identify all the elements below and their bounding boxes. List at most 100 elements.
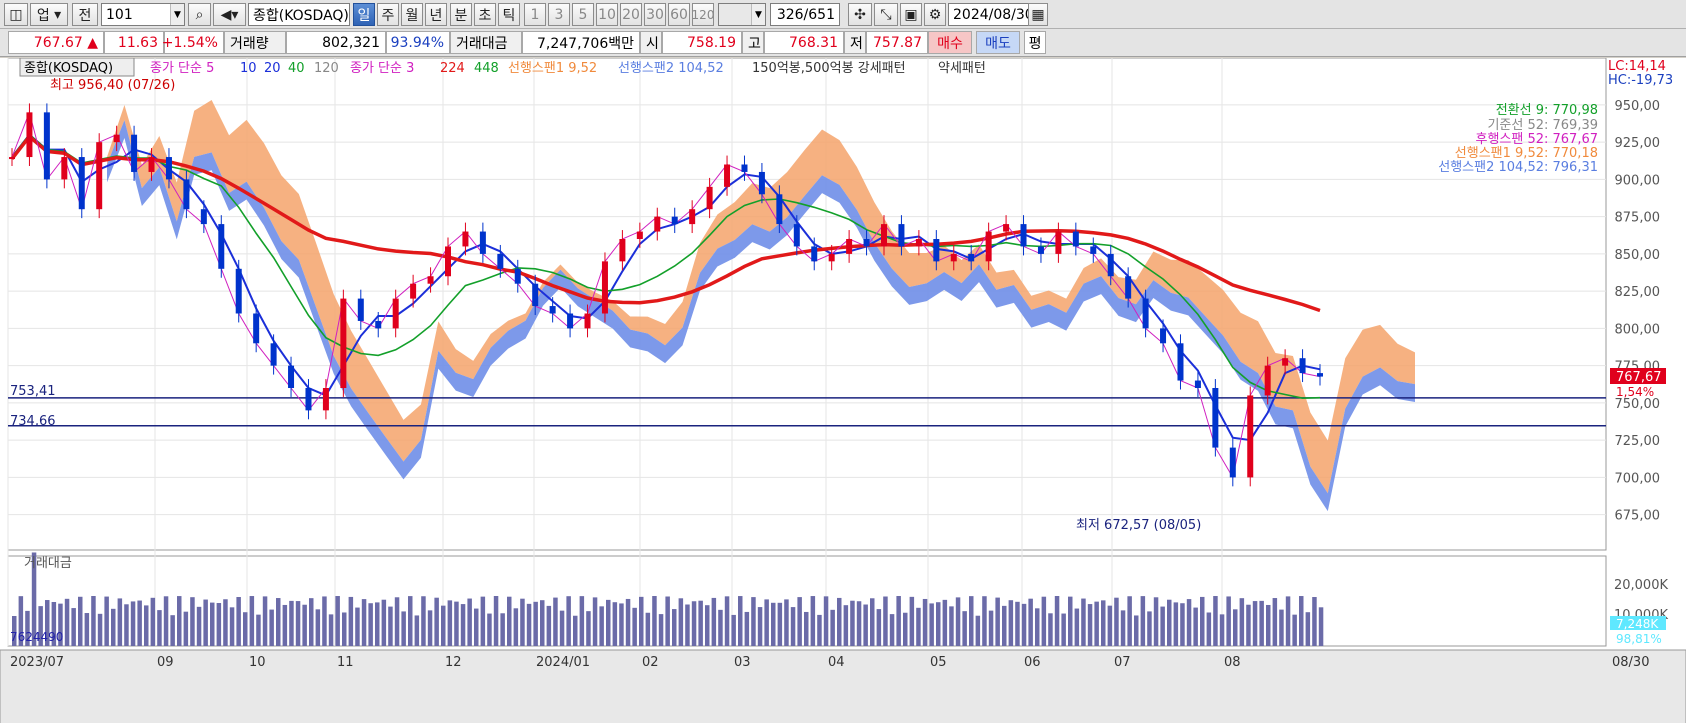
even-button[interactable]: 평 xyxy=(1024,31,1046,54)
vol-bar xyxy=(163,596,169,646)
vol-bar xyxy=(229,607,235,646)
legend-name[interactable]: 종합(KOSDAQ) xyxy=(24,61,113,76)
crosshair-icon[interactable]: ✣ xyxy=(848,3,872,26)
vol-bar xyxy=(91,596,96,646)
high-annotation: 최고 956,40 (07/26) xyxy=(50,78,175,93)
vol-bar xyxy=(698,600,703,646)
legend-ma-10[interactable]: 10 xyxy=(240,61,257,76)
chart-type-icon[interactable]: ◫ xyxy=(4,3,28,26)
legend-weak[interactable]: 약세패턴 xyxy=(938,61,986,76)
chevron-down-icon[interactable]: ▼ xyxy=(170,4,184,25)
vol-bar xyxy=(1035,608,1040,646)
vol-bar xyxy=(1041,596,1047,646)
count-field[interactable]: 326/651 xyxy=(770,3,840,26)
x-tick-label: 07 xyxy=(1114,655,1131,670)
vol-bar xyxy=(111,608,116,646)
vol-bar xyxy=(78,596,83,646)
legend-ma-20[interactable]: 20 xyxy=(264,61,281,76)
vol-bar xyxy=(493,596,499,646)
vol-bar xyxy=(1160,606,1165,646)
interval-20[interactable]: 20 xyxy=(620,3,642,26)
high: 768.31 xyxy=(764,31,844,54)
vol-bar xyxy=(817,614,822,646)
interval-input[interactable]: ▼ xyxy=(718,3,766,26)
price: 767.67 ▲ xyxy=(8,31,104,54)
legend-ma-40[interactable]: 40 xyxy=(288,61,305,76)
legend-ma2-224[interactable]: 224 xyxy=(440,61,465,76)
period-day[interactable]: 일 xyxy=(353,3,375,26)
period-second[interactable]: 초 xyxy=(474,3,496,26)
vol-bar xyxy=(1087,604,1093,646)
vol-bar xyxy=(243,612,248,646)
search-icon[interactable]: ⌕ xyxy=(188,3,211,26)
candle-body xyxy=(235,268,242,314)
y-tick-label: 850,00 xyxy=(1615,248,1661,263)
ichimoku-span2: 선행스팬2 104,52: 796,31 xyxy=(1438,159,1598,175)
vol-bar xyxy=(322,596,327,646)
candle-body xyxy=(619,239,626,262)
interval-3[interactable]: 3 xyxy=(548,3,570,26)
y-tick-label: 950,00 xyxy=(1615,99,1661,114)
vol-bar xyxy=(711,597,717,646)
period-tick[interactable]: 틱 xyxy=(498,3,520,26)
vol-bar xyxy=(909,596,915,646)
chart-area[interactable]: 950,00 925,00 900,00 875,00 850,00 825,00 800,… xyxy=(0,57,1686,723)
change-pct: +1.54% xyxy=(162,31,224,54)
candle-body xyxy=(131,134,138,172)
candle-body xyxy=(270,343,277,366)
candle-body xyxy=(9,157,15,160)
vol-bar xyxy=(870,598,875,646)
gear-icon[interactable]: ⚙ xyxy=(924,3,946,26)
quote-bar: 767.67 ▲ 11.63 +1.54% 거래량 802,321 93.94%… xyxy=(0,29,1686,57)
prev-button[interactable]: 전 xyxy=(72,3,98,26)
period-year[interactable]: 년 xyxy=(425,3,447,26)
interval-120[interactable]: 120 xyxy=(692,3,714,26)
candle-body xyxy=(793,224,800,247)
price-chart[interactable]: 950,00 925,00 900,00 875,00 850,00 825,00 800,… xyxy=(0,57,1686,723)
vol-bar xyxy=(1279,609,1284,646)
interval-10[interactable]: 10 xyxy=(596,3,618,26)
vol-bar xyxy=(599,606,604,646)
ichimoku-conv: 전환선 9: 770,98 xyxy=(1496,103,1598,118)
vol-bar xyxy=(903,612,908,646)
legend-ma[interactable]: 종가 단순 5 xyxy=(150,61,214,76)
speaker-icon[interactable]: ◀▾ xyxy=(213,3,246,26)
vol-bar xyxy=(1219,614,1225,646)
x-tick-label: 11 xyxy=(337,655,354,670)
legend-span2[interactable]: 선행스팬2 104,52 xyxy=(618,60,724,76)
vol-bar xyxy=(1134,615,1139,646)
calendar-icon[interactable]: ▦ xyxy=(1028,3,1048,26)
line-tool-icon[interactable]: ⤡ xyxy=(874,3,898,26)
candle-body xyxy=(322,388,329,411)
candle-body xyxy=(1107,253,1114,277)
interval-60[interactable]: 60 xyxy=(668,3,690,26)
save-icon[interactable]: ▣ xyxy=(900,3,922,26)
legend-span1[interactable]: 선행스팬1 9,52 xyxy=(508,60,597,76)
price-tag-value: 767,67 xyxy=(1616,370,1662,385)
legend-ma-120[interactable]: 120 xyxy=(314,61,339,76)
ichimoku-span1: 선행스팬1 9,52: 770,18 xyxy=(1455,145,1598,161)
interval-1[interactable]: 1 xyxy=(524,3,546,26)
vol-bar xyxy=(929,603,934,646)
sell-button[interactable]: 매도 xyxy=(976,31,1020,54)
buy-button[interactable]: 매수 xyxy=(928,31,972,54)
period-week[interactable]: 주 xyxy=(377,3,399,26)
vol-bar xyxy=(810,596,816,646)
chevron-down-icon[interactable]: ▼ xyxy=(751,4,765,25)
vol-bar xyxy=(507,596,512,646)
vol-bar xyxy=(315,609,321,646)
legend-pattern[interactable]: 150억봉,500억봉 강세패턴 xyxy=(752,61,906,76)
candle-body xyxy=(357,298,364,321)
candle-body xyxy=(532,283,539,307)
period-minute[interactable]: 분 xyxy=(450,3,472,26)
vol-bar xyxy=(625,598,631,646)
candle-body xyxy=(78,157,85,210)
interval-5[interactable]: 5 xyxy=(572,3,594,26)
legend-ma2[interactable]: 종가 단순 3 xyxy=(350,61,414,76)
code-input[interactable]: 101 ▼ xyxy=(101,3,185,26)
legend-ma2-448[interactable]: 448 xyxy=(474,61,499,76)
y-tick-label: 875,00 xyxy=(1615,211,1661,226)
market-select[interactable]: 업 ▾ xyxy=(30,3,68,26)
period-month[interactable]: 월 xyxy=(401,3,423,26)
interval-30[interactable]: 30 xyxy=(644,3,666,26)
